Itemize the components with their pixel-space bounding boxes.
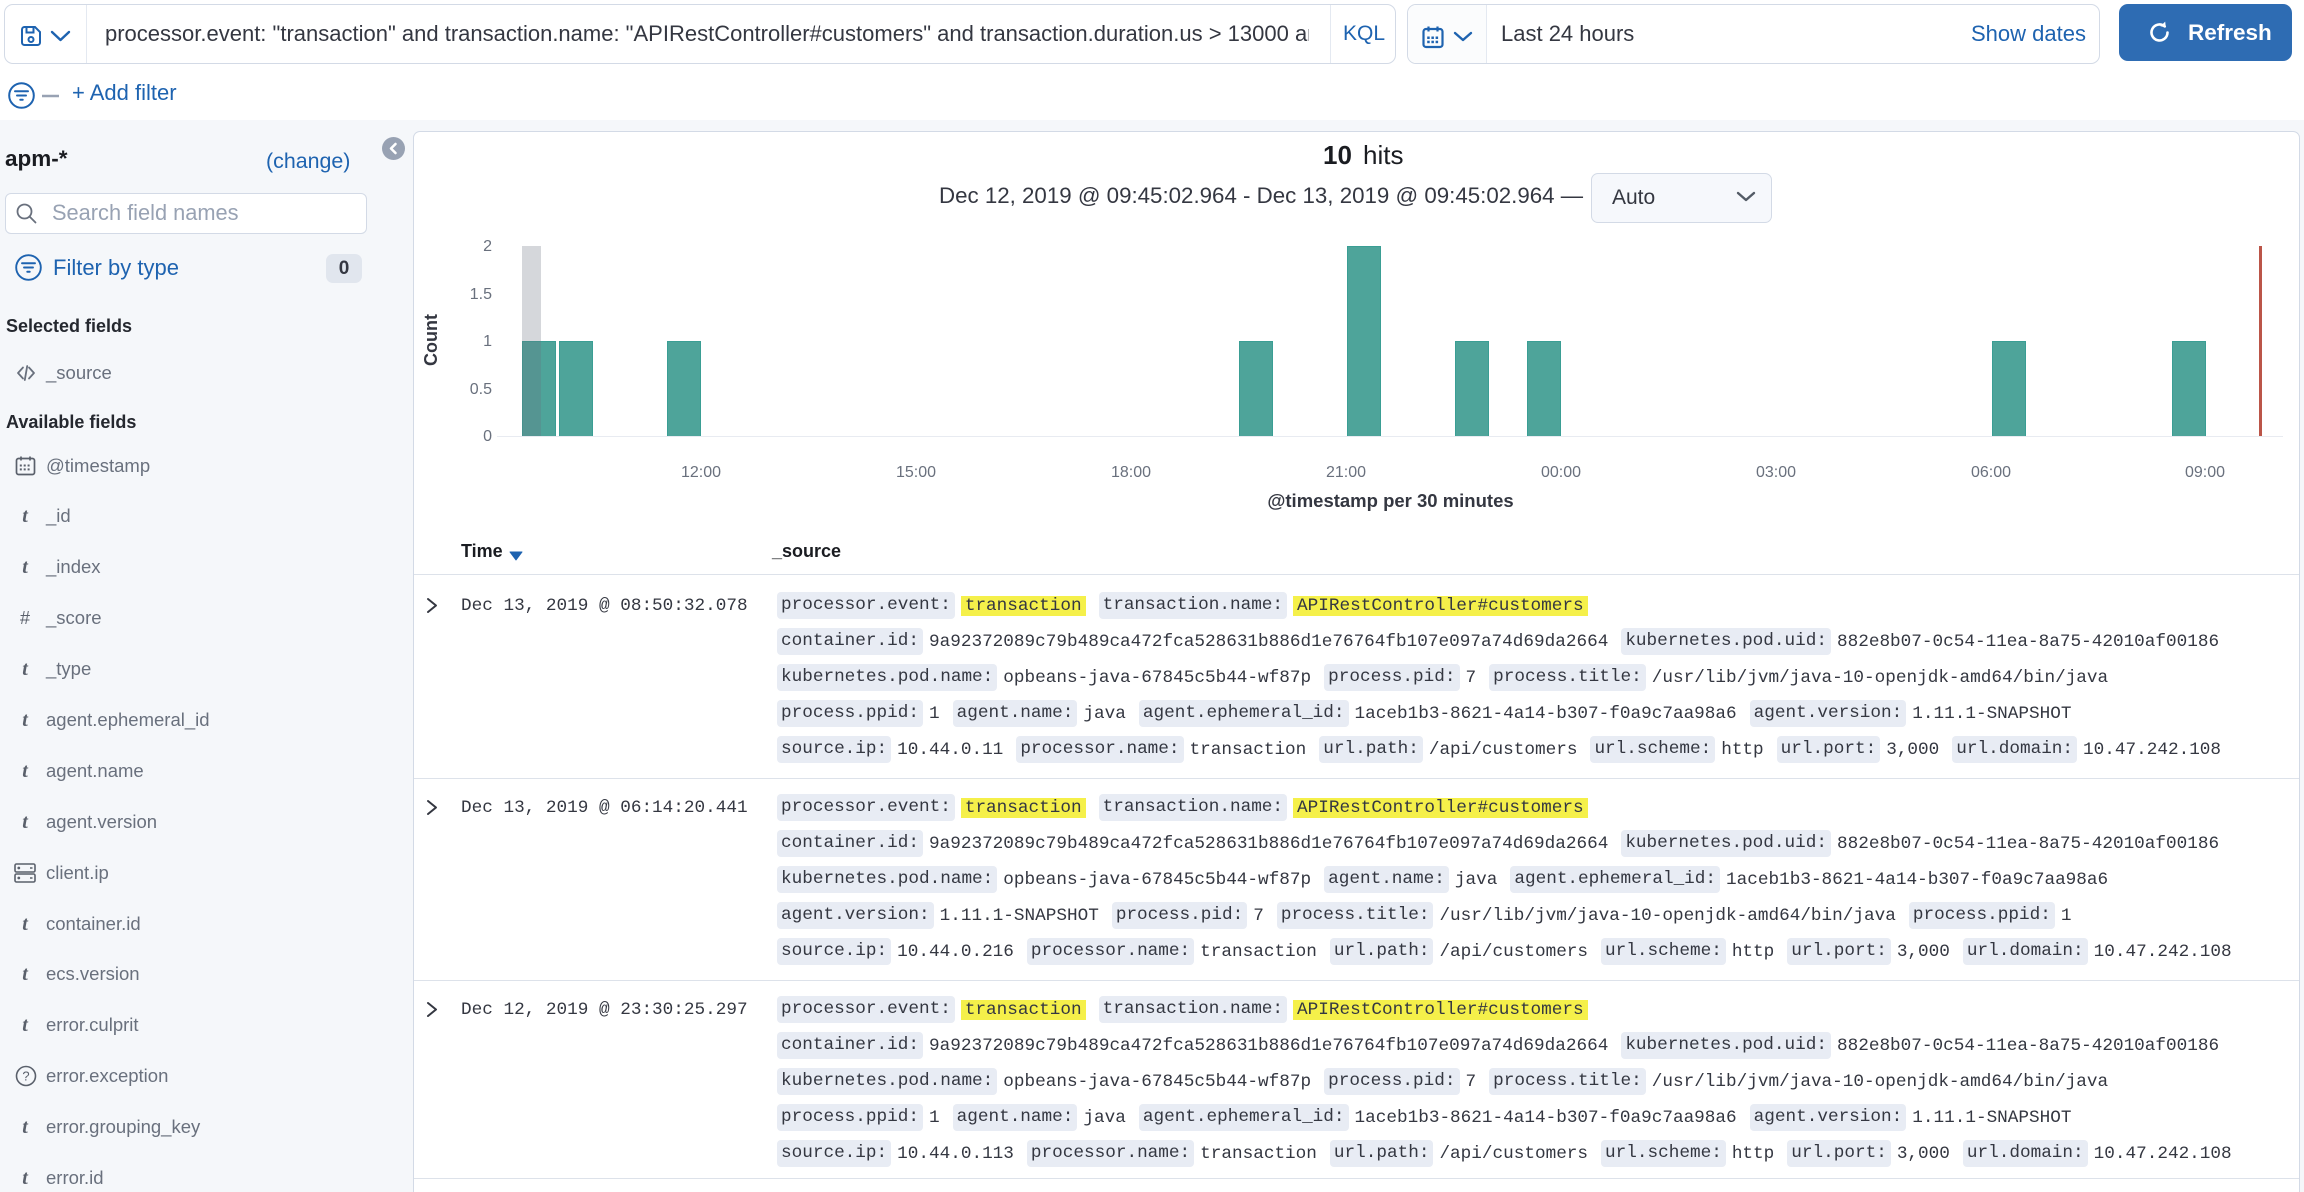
svg-text:?: ?	[22, 1069, 29, 1084]
